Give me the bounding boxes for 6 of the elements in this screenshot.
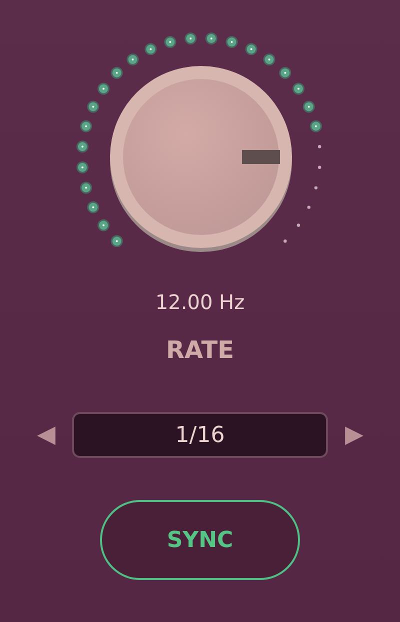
next-button[interactable]: ▶ (340, 421, 368, 449)
frequency-readout: 12.00 Hz (155, 290, 245, 314)
knob-label: RATE (166, 336, 234, 364)
previous-button[interactable]: ◀ (32, 421, 60, 449)
division-display[interactable]: 1/16 (72, 412, 328, 458)
sync-button[interactable]: SYNC (100, 500, 300, 580)
